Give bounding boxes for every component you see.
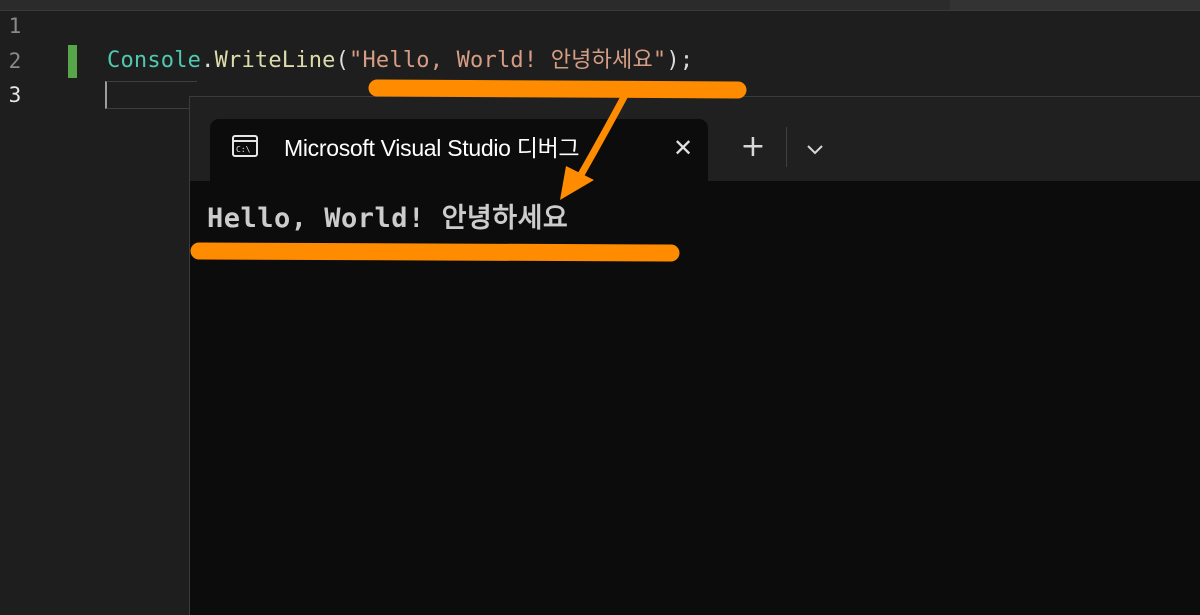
svg-text:C:\: C:\ xyxy=(236,145,251,154)
plus-icon[interactable]: + xyxy=(735,132,771,163)
current-line-caret xyxy=(105,81,197,109)
code-token-class: Console xyxy=(107,48,202,73)
code-line[interactable]: Console.WriteLine("Hello, World! 안녕하세요")… xyxy=(107,45,693,77)
terminal-tab-bar: C:\ Microsoft Visual Studio 디버그 ✕ + xyxy=(190,97,1200,181)
code-token-open-paren: ( xyxy=(335,48,350,73)
code-token-string: "Hello, World! 안녕하세요" xyxy=(349,48,667,73)
editor-top-strip xyxy=(0,0,1200,11)
tab-divider xyxy=(786,127,787,167)
terminal-window[interactable]: C:\ Microsoft Visual Studio 디버그 ✕ + Hell… xyxy=(189,96,1200,615)
close-icon[interactable]: ✕ xyxy=(670,136,696,162)
line-number: 2 xyxy=(8,49,22,73)
code-token-close: ); xyxy=(666,48,694,73)
change-indicator-bar xyxy=(68,45,77,78)
terminal-output[interactable]: Hello, World! 안녕하세요 xyxy=(207,200,568,238)
console-icon: C:\ xyxy=(232,134,258,158)
line-number-current: 3 xyxy=(8,83,22,107)
terminal-tab[interactable]: C:\ Microsoft Visual Studio 디버그 ✕ xyxy=(210,119,708,181)
chevron-down-icon[interactable] xyxy=(800,137,830,161)
tab-title: Microsoft Visual Studio 디버그 xyxy=(284,135,580,161)
line-number: 1 xyxy=(8,14,22,38)
code-token-method: WriteLine xyxy=(214,48,336,73)
code-token-dot: . xyxy=(201,48,215,73)
